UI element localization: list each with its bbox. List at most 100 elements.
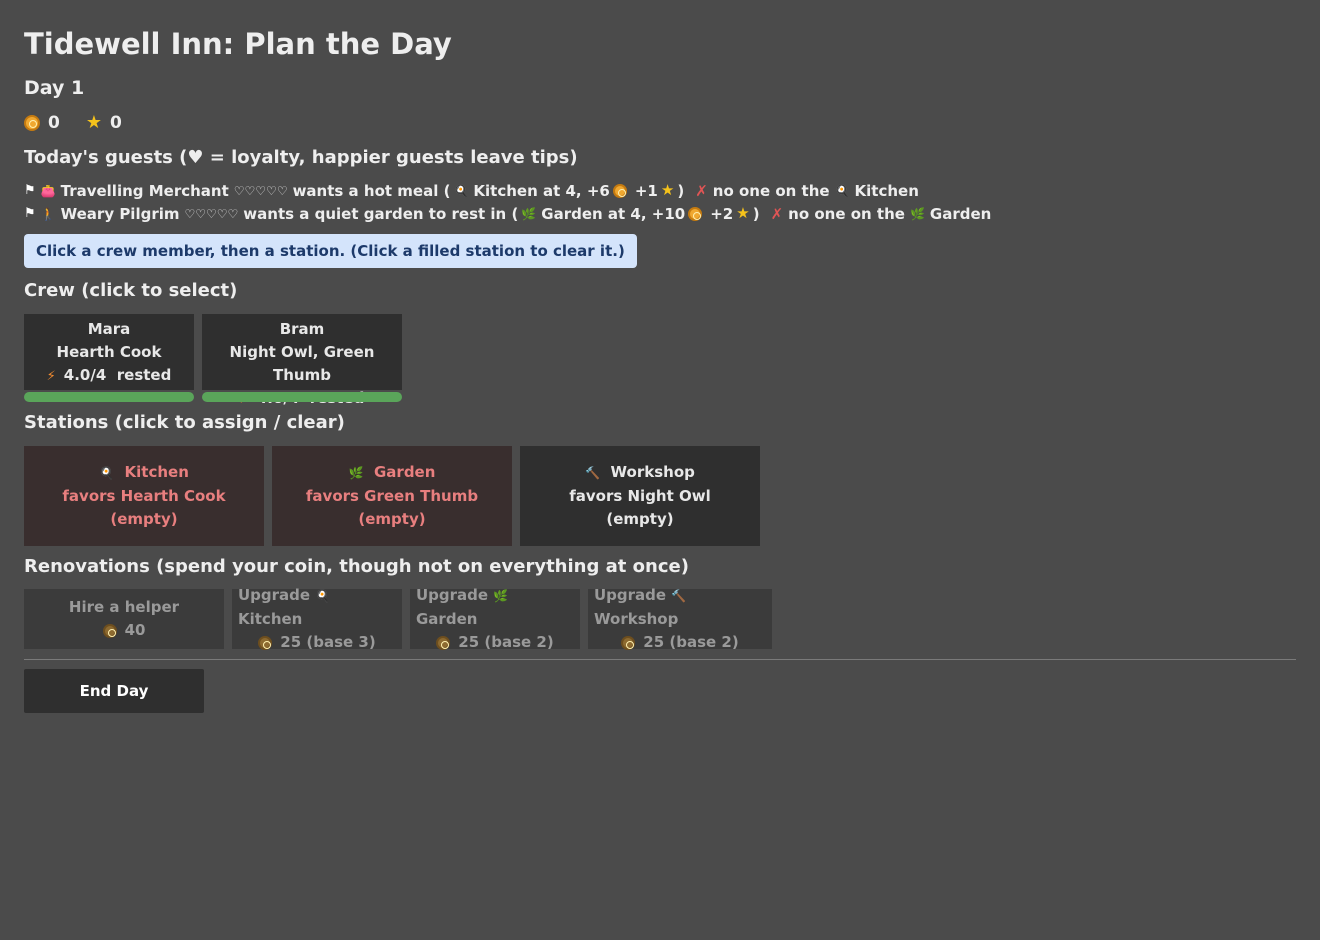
station-status: (empty) bbox=[110, 510, 178, 528]
coin-icon bbox=[258, 635, 273, 650]
renovation-label-line: Upgrade 🍳 Kitchen bbox=[238, 584, 396, 631]
page-title: Tidewell Inn: Plan the Day bbox=[24, 27, 452, 61]
end-day-button[interactable]: End Day bbox=[24, 669, 204, 713]
guest-row: ⚑ 🚶 Weary Pilgrim ♡♡♡♡♡ wants a quiet ga… bbox=[24, 202, 1296, 225]
coin-icon bbox=[102, 623, 117, 638]
renovation-station: Kitchen bbox=[238, 610, 303, 628]
station-name: Garden bbox=[373, 463, 436, 481]
station-list: 🍳 Kitchen favors Hearth Cook (empty) 🌿 G… bbox=[24, 446, 1296, 546]
guest-name: Weary Pilgrim bbox=[60, 204, 180, 223]
renovation-cost-line: 40 bbox=[102, 619, 146, 642]
renovations-header: Renovations (spend your coin, though not… bbox=[24, 556, 689, 577]
renovation-cost: 25 (base 3) bbox=[280, 633, 376, 651]
station-favors: favors Hearth Cook bbox=[62, 487, 226, 505]
energy-bar bbox=[202, 392, 402, 402]
star-icon: ★ bbox=[85, 112, 102, 133]
garden-icon: 🌿 bbox=[348, 466, 364, 480]
guest-reward: Kitchen at 4, +6 bbox=[473, 181, 610, 200]
star-stat: ★ 0 bbox=[86, 113, 122, 133]
renovation-label: Upgrade bbox=[238, 586, 311, 604]
renovation-cost-line: 25 (base 2) bbox=[436, 631, 554, 654]
star-icon: ★ bbox=[660, 181, 675, 199]
crew-card-bram[interactable]: Bram Night Owl, Green Thumb ⚡4.0/4 reste… bbox=[202, 314, 402, 407]
upgrade-garden-button[interactable]: Upgrade 🌿 Garden 25 (base 2) bbox=[410, 586, 580, 651]
coin-stat: 0 bbox=[24, 113, 60, 133]
crew-name: Bram bbox=[279, 320, 325, 338]
kitchen-icon: 🍳 bbox=[315, 589, 331, 603]
cross-icon: ✗ bbox=[770, 204, 784, 223]
kitchen-icon: 🍳 bbox=[453, 183, 469, 198]
guest-status-station: Kitchen bbox=[854, 181, 919, 200]
hammer-icon: 🔨 bbox=[585, 466, 601, 480]
hire-helper-button[interactable]: Hire a helper 40 bbox=[24, 589, 224, 649]
coin-icon bbox=[621, 635, 636, 650]
kitchen-icon: 🍳 bbox=[834, 183, 850, 198]
flag-icon: ⚑ bbox=[24, 206, 36, 221]
loyalty-hearts: ♡♡♡♡♡ bbox=[233, 183, 288, 198]
crew-energy: 4.0/4 bbox=[63, 366, 107, 384]
renovation-label: Upgrade bbox=[594, 586, 667, 604]
crew-card-body[interactable]: Mara Hearth Cook ⚡ 4.0/4 rested bbox=[24, 314, 194, 390]
renovation-station: Garden bbox=[416, 610, 478, 628]
coin-icon bbox=[688, 206, 703, 221]
coin-count: 0 bbox=[48, 113, 60, 133]
guest-list: ⚑ 👛 Travelling Merchant ♡♡♡♡♡ wants a ho… bbox=[24, 179, 1296, 225]
station-name: Kitchen bbox=[124, 463, 189, 481]
guest-want: wants a hot meal ( bbox=[292, 181, 451, 200]
renovation-label-line: Upgrade 🌿 Garden bbox=[416, 584, 574, 631]
renovation-label: Upgrade bbox=[416, 586, 489, 604]
renovation-cost: 25 (base 2) bbox=[458, 633, 554, 651]
crew-list: Mara Hearth Cook ⚡ 4.0/4 rested Bram Nigh… bbox=[24, 314, 1296, 407]
walker-icon: 🚶 bbox=[40, 206, 56, 221]
crew-name: Mara bbox=[87, 320, 131, 338]
guest-want: wants a quiet garden to rest in ( bbox=[243, 204, 519, 223]
garden-icon: 🌿 bbox=[909, 206, 925, 221]
stations-header: Stations (click to assign / clear) bbox=[24, 412, 345, 433]
loyalty-hearts: ♡♡♡♡♡ bbox=[184, 206, 239, 221]
station-title: 🔨 Workshop bbox=[585, 461, 695, 485]
crew-card-mara[interactable]: Mara Hearth Cook ⚡ 4.0/4 rested bbox=[24, 314, 194, 402]
crew-traits: Hearth Cook bbox=[56, 343, 162, 361]
station-title: 🌿 Garden bbox=[349, 461, 436, 485]
kitchen-icon: 🍳 bbox=[99, 466, 115, 480]
station-title: 🍳 Kitchen bbox=[99, 461, 189, 485]
garden-icon: 🌿 bbox=[493, 589, 509, 603]
coin-icon bbox=[436, 635, 451, 650]
guest-star-reward: +2 bbox=[710, 204, 734, 223]
purse-icon: 👛 bbox=[40, 183, 56, 198]
guest-row: ⚑ 👛 Travelling Merchant ♡♡♡♡♡ wants a ho… bbox=[24, 179, 1296, 202]
guest-status: no one on the bbox=[788, 204, 905, 223]
station-name: Workshop bbox=[610, 463, 695, 481]
station-garden[interactable]: 🌿 Garden favors Green Thumb (empty) bbox=[272, 446, 512, 546]
flag-icon: ⚑ bbox=[24, 183, 36, 198]
renovation-cost: 25 (base 2) bbox=[643, 633, 739, 651]
guest-status: no one on the bbox=[712, 181, 830, 200]
guest-star-reward: +1 bbox=[634, 181, 658, 200]
energy-icon: ⚡ bbox=[46, 369, 56, 384]
station-workshop[interactable]: 🔨 Workshop favors Night Owl (empty) bbox=[520, 446, 760, 546]
crew-card-body[interactable]: Bram Night Owl, Green Thumb ⚡4.0/4 reste… bbox=[202, 314, 402, 407]
renovation-list: Hire a helper 40 Upgrade 🍳 Kitchen 25 (b… bbox=[24, 586, 1296, 651]
station-favors: favors Night Owl bbox=[569, 487, 711, 505]
crew-header: Crew (click to select) bbox=[24, 280, 238, 301]
crew-energy-line: ⚡ 4.0/4 rested bbox=[28, 364, 190, 388]
star-icon: ★ bbox=[736, 204, 750, 222]
close-paren: ) bbox=[677, 181, 685, 200]
guest-reward: Garden at 4, +10 bbox=[541, 204, 686, 223]
station-status: (empty) bbox=[606, 510, 674, 528]
renovation-cost: 40 bbox=[124, 621, 146, 639]
station-kitchen[interactable]: 🍳 Kitchen favors Hearth Cook (empty) bbox=[24, 446, 264, 546]
coin-icon bbox=[612, 183, 627, 198]
upgrade-kitchen-button[interactable]: Upgrade 🍳 Kitchen 25 (base 3) bbox=[232, 586, 402, 651]
station-status: (empty) bbox=[358, 510, 426, 528]
upgrade-workshop-button[interactable]: Upgrade 🔨 Workshop 25 (base 2) bbox=[588, 586, 772, 651]
coin-icon bbox=[24, 115, 40, 131]
renovation-cost-line: 25 (base 3) bbox=[258, 631, 376, 654]
close-paren: ) bbox=[752, 204, 760, 223]
guest-name: Travelling Merchant bbox=[60, 181, 229, 200]
guests-header: Today's guests (♥ = loyalty, happier gue… bbox=[24, 147, 578, 168]
renovation-station: Workshop bbox=[594, 610, 679, 628]
day-label: Day 1 bbox=[24, 77, 85, 99]
star-count: 0 bbox=[109, 113, 122, 133]
hammer-icon: 🔨 bbox=[671, 589, 687, 603]
